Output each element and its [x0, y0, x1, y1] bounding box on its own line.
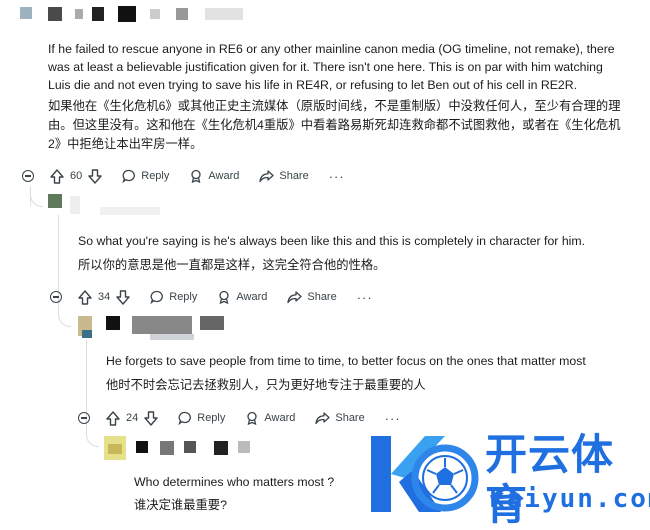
- censor-block: [205, 8, 243, 20]
- censor-block: [160, 441, 174, 455]
- more-icon[interactable]: ···: [329, 169, 345, 184]
- comment-1-text-zh: 如果他在《生化危机6》或其他正史主流媒体（原版时间线，不是重制版）中没救任何人，…: [48, 99, 621, 151]
- award-label: Award: [208, 170, 240, 182]
- award-label: Award: [236, 291, 268, 303]
- share-icon: [315, 412, 331, 425]
- award-button[interactable]: Award: [245, 411, 295, 425]
- comment-3-text-en: He forgets to save people from time to t…: [106, 354, 586, 368]
- comment-2-text-en: So what you're saying is he's always bee…: [78, 234, 586, 248]
- share-icon: [287, 291, 303, 304]
- comment-2-text-zh: 所以你的意思是他一直都是这样，这完全符合他的性格。: [78, 258, 386, 272]
- watermark-logo: 开云体育 kaiyun.com: [365, 426, 650, 529]
- censor-block: [106, 316, 120, 330]
- award-label: Award: [264, 412, 296, 424]
- share-label: Share: [307, 291, 337, 303]
- reply-icon: [150, 290, 164, 304]
- more-icon[interactable]: ···: [385, 411, 401, 426]
- comment-4-text-zh: 谁决定谁最重要?: [134, 498, 227, 512]
- censor-block: [200, 316, 224, 330]
- reply-icon: [122, 169, 136, 183]
- censor-block: [92, 7, 104, 21]
- comment-3-text-zh: 他时不时会忘记去拯救别人，只为更好地专注于最重要的人: [106, 378, 426, 392]
- score: 24: [126, 412, 139, 424]
- share-icon: [259, 170, 275, 183]
- censor-block: [136, 441, 148, 453]
- censor-block: [100, 207, 160, 215]
- collapse-icon[interactable]: [50, 291, 62, 303]
- censor-block: [75, 9, 83, 19]
- thread-hook-1: [30, 186, 43, 207]
- upvote-icon[interactable]: [78, 289, 92, 305]
- reply-icon: [178, 411, 192, 425]
- upvote-icon[interactable]: [106, 410, 120, 426]
- award-icon: [219, 290, 230, 304]
- award-icon: [247, 411, 258, 425]
- reply-button[interactable]: Reply: [122, 169, 169, 183]
- collapse-icon[interactable]: [22, 170, 34, 182]
- score: 60: [70, 170, 83, 182]
- downvote-icon[interactable]: [116, 289, 130, 305]
- censor-block: [70, 196, 80, 214]
- reply-label: Reply: [141, 170, 170, 182]
- reply-button[interactable]: Reply: [150, 290, 197, 304]
- reply-label: Reply: [197, 412, 226, 424]
- reply-label: Reply: [169, 291, 198, 303]
- censor-block: [184, 441, 196, 453]
- censor-block: [150, 334, 194, 340]
- censor-block: [132, 316, 192, 334]
- share-label: Share: [335, 412, 365, 424]
- censor-block: [82, 330, 92, 338]
- share-button[interactable]: Share: [259, 169, 309, 183]
- censor-block: [150, 9, 160, 19]
- award-button[interactable]: Award: [189, 169, 239, 183]
- reply-button[interactable]: Reply: [178, 411, 225, 425]
- comment-1-actions: 60 Reply Award Share ···: [22, 165, 345, 187]
- award-icon: [191, 169, 202, 183]
- comment-4-text-en: Who determines who matters most ?: [134, 475, 335, 489]
- share-button[interactable]: Share: [315, 411, 365, 425]
- comment-3-actions: 24 Reply Award Share ···: [78, 407, 401, 429]
- username-censored[interactable]: [48, 7, 62, 21]
- watermark-brand-cn: 开云体育: [485, 430, 615, 529]
- avatar[interactable]: [20, 7, 32, 19]
- collapse-icon[interactable]: [78, 412, 90, 424]
- upvote-icon[interactable]: [50, 168, 64, 184]
- avatar[interactable]: [48, 194, 62, 208]
- censor-block: [214, 441, 228, 455]
- share-label: Share: [279, 170, 309, 182]
- censor-block: [108, 444, 122, 454]
- downvote-icon[interactable]: [144, 410, 158, 426]
- censor-block: [118, 6, 136, 22]
- censor-block: [176, 8, 188, 20]
- comment-2-actions: 34 Reply Award Share ···: [50, 286, 373, 308]
- share-button[interactable]: Share: [287, 290, 337, 304]
- more-icon[interactable]: ···: [357, 290, 373, 305]
- score: 34: [98, 291, 111, 303]
- censor-block: [238, 441, 250, 453]
- downvote-icon[interactable]: [88, 168, 102, 184]
- watermark-brand-en: kaiyun.com: [489, 484, 650, 514]
- comment-1-text-en: If he failed to rescue anyone in RE6 or …: [48, 42, 615, 92]
- award-button[interactable]: Award: [217, 290, 267, 304]
